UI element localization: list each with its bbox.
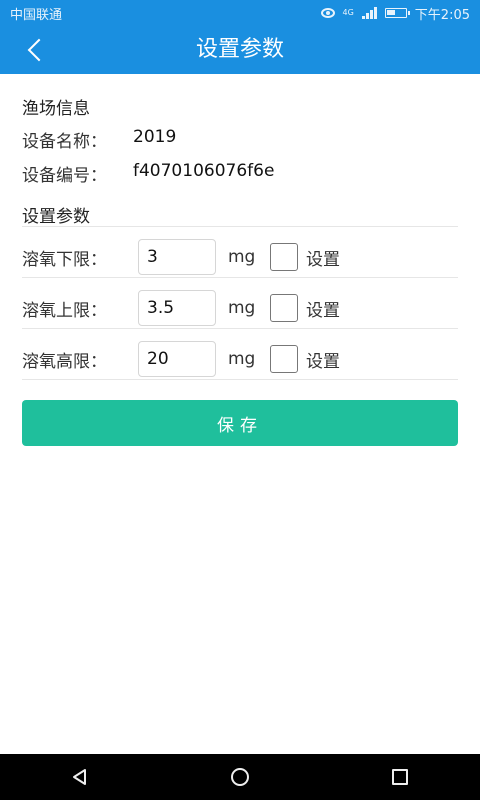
divider bbox=[22, 328, 458, 329]
battery-icon bbox=[384, 8, 410, 18]
eye-icon bbox=[320, 8, 335, 18]
device-name-row: 设备名称： 2019 bbox=[22, 127, 176, 152]
carrier-label: 中国联通 bbox=[10, 7, 63, 23]
do-high-limit-label: 溶氧高限： bbox=[22, 351, 107, 372]
do-high-limit-input[interactable] bbox=[138, 341, 216, 377]
do-upper-limit-checkbox[interactable] bbox=[270, 294, 298, 322]
checkbox-label: 设置 bbox=[306, 351, 340, 372]
square-recent-icon bbox=[392, 769, 408, 785]
chevron-left-icon bbox=[27, 38, 51, 62]
device-id-value: f4070106076f6e bbox=[133, 161, 275, 181]
checkbox-label: 设置 bbox=[306, 249, 340, 270]
app-bar: 设置参数 bbox=[0, 26, 480, 74]
do-lower-limit-input[interactable] bbox=[138, 239, 216, 275]
divider bbox=[22, 379, 458, 380]
settings-title: 设置参数 bbox=[22, 207, 90, 227]
status-bar: 中国联通 4G 下午2:05 bbox=[0, 0, 480, 26]
do-high-limit-checkbox[interactable] bbox=[270, 345, 298, 373]
network-label: 4G bbox=[342, 8, 354, 17]
device-id-label: 设备编号： bbox=[22, 166, 107, 186]
triangle-back-icon bbox=[73, 769, 86, 785]
signal-icon bbox=[361, 7, 377, 19]
status-icons: 4G 下午2:05 bbox=[320, 4, 470, 23]
do-upper-limit-input[interactable] bbox=[138, 290, 216, 326]
back-button[interactable] bbox=[18, 34, 54, 66]
do-lower-limit-row: 溶氧下限： mg 设置 bbox=[22, 232, 458, 282]
checkbox-label: 设置 bbox=[306, 300, 340, 321]
nav-recent-button[interactable] bbox=[370, 757, 430, 797]
do-upper-limit-label: 溶氧上限： bbox=[22, 300, 107, 321]
unit-label: mg bbox=[228, 247, 256, 267]
fishery-info-title: 渔场信息 bbox=[22, 99, 90, 119]
device-name-label: 设备名称： bbox=[22, 132, 107, 152]
nav-home-button[interactable] bbox=[210, 757, 270, 797]
status-time: 下午2:05 bbox=[414, 7, 470, 23]
page-title: 设置参数 bbox=[195, 37, 284, 62]
device-name-value: 2019 bbox=[133, 127, 177, 147]
nav-back-button[interactable] bbox=[50, 757, 110, 797]
do-lower-limit-checkbox[interactable] bbox=[270, 243, 298, 271]
do-high-limit-row: 溶氧高限： mg 设置 bbox=[22, 334, 458, 384]
do-upper-limit-row: 溶氧上限： mg 设置 bbox=[22, 283, 458, 333]
navigation-bar bbox=[0, 754, 480, 800]
divider bbox=[22, 277, 458, 278]
circle-home-icon bbox=[231, 768, 249, 786]
device-id-row: 设备编号： f4070106076f6e bbox=[22, 161, 274, 186]
divider bbox=[22, 226, 458, 227]
do-lower-limit-label: 溶氧下限： bbox=[22, 249, 107, 270]
save-button[interactable]: 保存 bbox=[22, 400, 458, 446]
unit-label: mg bbox=[228, 298, 256, 318]
unit-label: mg bbox=[228, 349, 256, 369]
